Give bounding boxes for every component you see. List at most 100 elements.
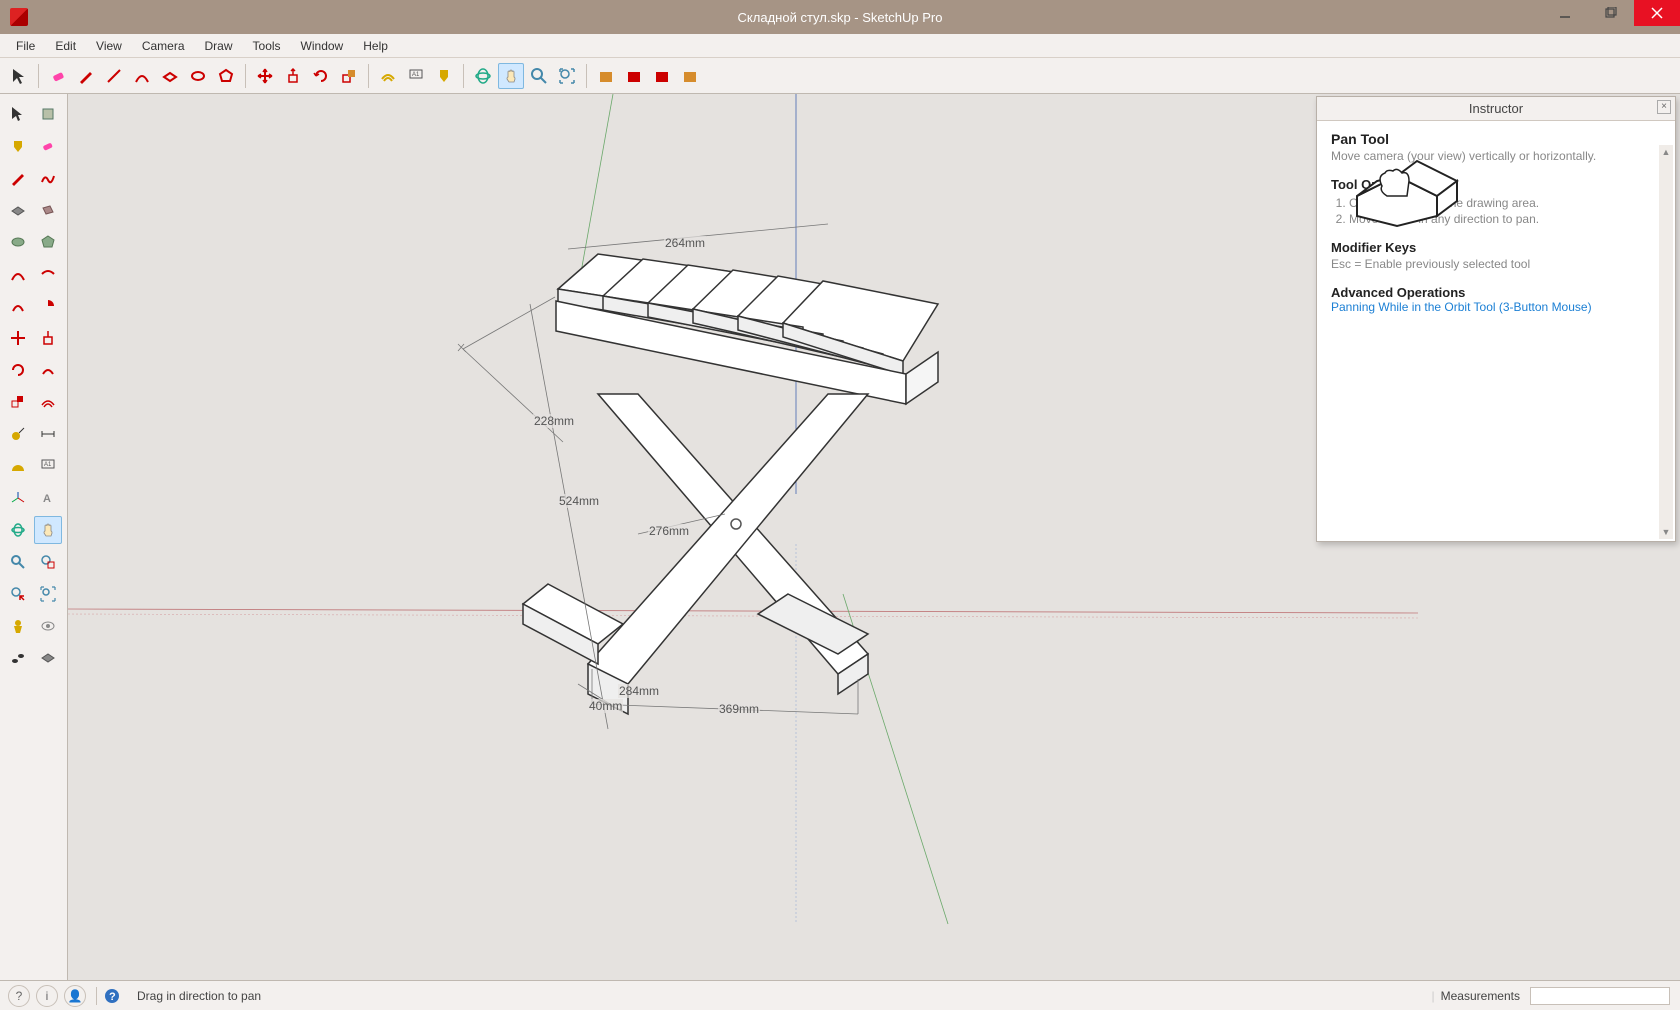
tool-extension[interactable] xyxy=(649,63,675,89)
menu-tools[interactable]: Tools xyxy=(243,35,291,57)
left-rotrect[interactable] xyxy=(34,196,62,224)
left-tape[interactable] xyxy=(4,420,32,448)
tool-paint[interactable] xyxy=(431,63,457,89)
left-pan[interactable] xyxy=(34,516,62,544)
help-icon[interactable]: ? xyxy=(101,985,123,1007)
tool-line[interactable] xyxy=(101,63,127,89)
left-line[interactable] xyxy=(4,164,32,192)
dim-276: 276mm xyxy=(648,524,690,538)
instructor-close[interactable]: × xyxy=(1657,100,1671,114)
status-icon-3[interactable]: 👤 xyxy=(64,985,86,1007)
tool-pan[interactable] xyxy=(498,63,524,89)
tool-orbit[interactable] xyxy=(470,63,496,89)
svg-text:?: ? xyxy=(109,991,116,1003)
titlebar: Складной стул.skp - SketchUp Pro xyxy=(0,0,1680,34)
left-orbit[interactable] xyxy=(4,516,32,544)
left-text[interactable]: A1 xyxy=(34,452,62,480)
tool-zoom[interactable] xyxy=(526,63,552,89)
tool-rotate[interactable] xyxy=(308,63,334,89)
left-circle[interactable] xyxy=(4,228,32,256)
menu-window[interactable]: Window xyxy=(291,35,354,57)
close-button[interactable] xyxy=(1634,0,1680,26)
left-lookaround[interactable] xyxy=(34,612,62,640)
left-offset[interactable] xyxy=(34,388,62,416)
instructor-title[interactable]: Instructor × xyxy=(1317,97,1675,121)
left-axes[interactable] xyxy=(4,484,32,512)
left-arc[interactable] xyxy=(4,260,32,288)
tool-rectangle[interactable] xyxy=(157,63,183,89)
left-component[interactable] xyxy=(34,100,62,128)
mk-text: Esc = Enable previously selected tool xyxy=(1331,257,1661,271)
menu-edit[interactable]: Edit xyxy=(45,35,86,57)
menu-view[interactable]: View xyxy=(86,35,132,57)
measurements-input[interactable] xyxy=(1530,987,1670,1005)
dim-228: 228mm xyxy=(533,414,575,428)
menu-help[interactable]: Help xyxy=(353,35,398,57)
instructor-body: Pan Tool Move camera (your view) vertica… xyxy=(1317,121,1675,541)
left-select[interactable] xyxy=(4,100,32,128)
left-previous[interactable] xyxy=(4,580,32,608)
left-zoomext[interactable] xyxy=(34,580,62,608)
menubar: File Edit View Camera Draw Tools Window … xyxy=(0,34,1680,58)
instructor-scrollbar[interactable]: ▲ ▼ xyxy=(1659,145,1673,539)
svg-text:A1: A1 xyxy=(44,462,52,468)
maximize-button[interactable] xyxy=(1588,0,1634,26)
adv-link[interactable]: Panning While in the Orbit Tool (3-Butto… xyxy=(1331,300,1592,314)
dim-264: 264mm xyxy=(664,236,706,250)
tool-pencil[interactable] xyxy=(73,63,99,89)
tool-zoom-extents[interactable] xyxy=(554,63,580,89)
left-walk[interactable] xyxy=(4,644,32,672)
tool-layout[interactable] xyxy=(677,63,703,89)
svg-text:A: A xyxy=(43,493,51,505)
toolbar-top: A1 xyxy=(0,58,1680,94)
left-2parc[interactable] xyxy=(34,260,62,288)
menu-file[interactable]: File xyxy=(6,35,45,57)
tool-text[interactable]: A1 xyxy=(403,63,429,89)
measurements-label: |Measurements xyxy=(1432,989,1521,1003)
left-move[interactable] xyxy=(4,324,32,352)
left-dimension[interactable] xyxy=(34,420,62,448)
menu-camera[interactable]: Camera xyxy=(132,35,195,57)
tool-3dwarehouse[interactable] xyxy=(621,63,647,89)
tool-scale[interactable] xyxy=(336,63,362,89)
tool-pushpull[interactable] xyxy=(280,63,306,89)
left-scale[interactable] xyxy=(4,388,32,416)
mk-heading: Modifier Keys xyxy=(1331,240,1661,255)
status-icon-1[interactable]: ? xyxy=(8,985,30,1007)
tool-select[interactable] xyxy=(6,63,32,89)
left-polygon[interactable] xyxy=(34,228,62,256)
tool-offset[interactable] xyxy=(375,63,401,89)
canvas[interactable]: 264mm 228mm 524mm 276mm 284mm 40mm 369mm… xyxy=(68,94,1680,980)
left-rotate[interactable] xyxy=(4,356,32,384)
left-pushpull[interactable] xyxy=(34,324,62,352)
tool-arc[interactable] xyxy=(129,63,155,89)
instructor-title-text: Instructor xyxy=(1469,101,1523,116)
tool-get-models[interactable] xyxy=(593,63,619,89)
left-eraser[interactable] xyxy=(34,132,62,160)
tool-polygon[interactable] xyxy=(213,63,239,89)
left-freehand[interactable] xyxy=(34,164,62,192)
menu-draw[interactable]: Draw xyxy=(195,35,243,57)
left-section[interactable] xyxy=(34,644,62,672)
left-3dtext[interactable]: A xyxy=(34,484,62,512)
left-zoomwin[interactable] xyxy=(34,548,62,576)
tool-circle[interactable] xyxy=(185,63,211,89)
window-title: Складной стул.skp - SketchUp Pro xyxy=(0,10,1680,25)
adv-heading: Advanced Operations xyxy=(1331,285,1661,300)
minimize-button[interactable] xyxy=(1542,0,1588,26)
left-rect[interactable] xyxy=(4,196,32,224)
left-3parc[interactable] xyxy=(4,292,32,320)
statusbar: ? i 👤 ? Drag in direction to pan |Measur… xyxy=(0,980,1680,1010)
dim-369: 369mm xyxy=(718,702,760,716)
left-zoom[interactable] xyxy=(4,548,32,576)
tool-eraser[interactable] xyxy=(45,63,71,89)
left-followme[interactable] xyxy=(34,356,62,384)
toolbar-left: A1 A xyxy=(0,94,68,980)
tool-move[interactable] xyxy=(252,63,278,89)
left-camera[interactable] xyxy=(4,612,32,640)
left-paint[interactable] xyxy=(4,132,32,160)
left-protractor[interactable] xyxy=(4,452,32,480)
status-icon-2[interactable]: i xyxy=(36,985,58,1007)
dim-284: 284mm xyxy=(618,684,660,698)
left-pie[interactable] xyxy=(34,292,62,320)
